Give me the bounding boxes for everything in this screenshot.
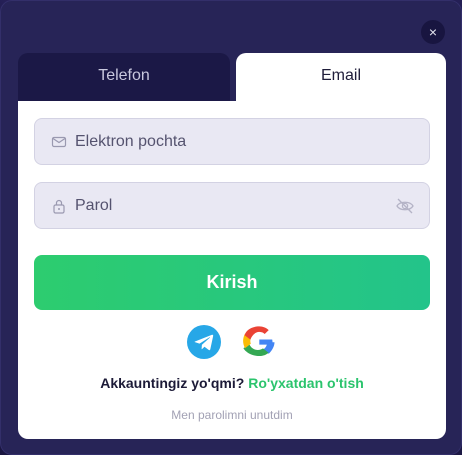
google-icon — [243, 326, 275, 356]
forgot-password-link[interactable]: Men parolimni unutdim — [18, 408, 446, 422]
eye-off-icon[interactable] — [395, 197, 415, 215]
login-modal: × Telefon Email Kirish — [0, 0, 462, 455]
signup-link[interactable]: Ro'yxatdan o'tish — [248, 375, 364, 391]
login-form: Kirish Akkauntingiz yo'qmi? Ro'yxatdan o… — [18, 101, 446, 439]
lock-icon — [53, 199, 65, 214]
tab-phone[interactable]: Telefon — [18, 53, 230, 103]
email-input[interactable] — [75, 119, 395, 164]
signup-question: Akkauntingiz yo'qmi? — [100, 375, 245, 391]
tab-email[interactable]: Email — [236, 53, 446, 103]
telegram-login-button[interactable] — [187, 325, 221, 359]
google-login-button[interactable] — [242, 325, 276, 359]
telegram-icon — [194, 334, 214, 351]
password-input[interactable] — [75, 183, 395, 228]
login-button[interactable]: Kirish — [34, 255, 430, 310]
close-button[interactable]: × — [421, 20, 445, 44]
email-field[interactable] — [34, 118, 430, 165]
auth-tabs: Telefon Email — [18, 53, 446, 103]
envelope-icon — [51, 136, 67, 148]
password-field[interactable] — [34, 182, 430, 229]
close-icon[interactable]: × — [429, 24, 437, 40]
signup-prompt: Akkauntingiz yo'qmi? Ro'yxatdan o'tish — [18, 375, 446, 391]
